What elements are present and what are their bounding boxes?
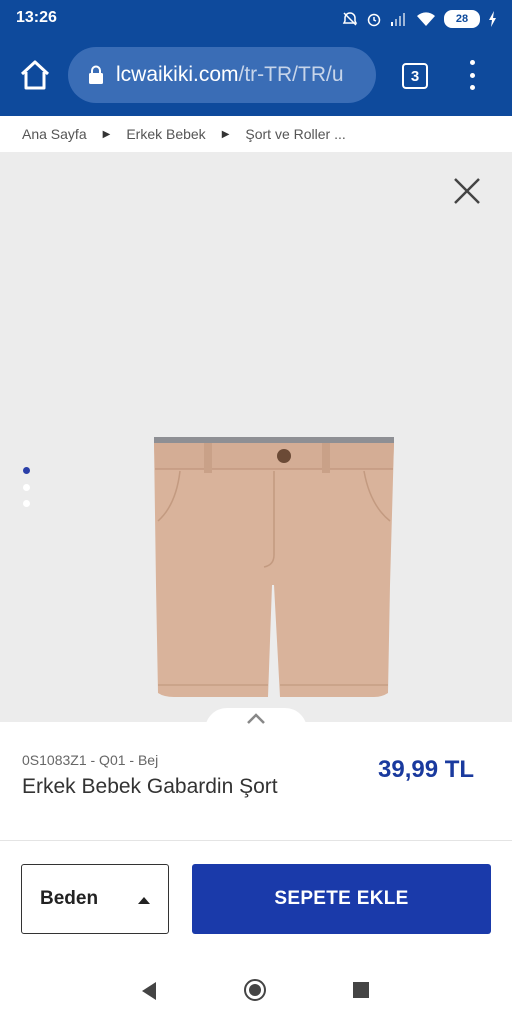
- carousel-indicators: [20, 467, 34, 517]
- chevron-up-icon: [247, 713, 265, 724]
- battery-icon: 28: [444, 10, 480, 28]
- wifi-icon: [417, 12, 435, 26]
- caret-up-icon: [138, 897, 150, 904]
- browser-toolbar: lcwaikiki.com/tr-TR/TR/u 3: [0, 38, 512, 116]
- product-image: [154, 437, 394, 697]
- close-icon[interactable]: [450, 174, 484, 208]
- breadcrumb: Ana Sayfa ▶ Erkek Bebek ▶ Şort ve Roller…: [0, 116, 512, 152]
- size-select[interactable]: Beden: [21, 864, 169, 934]
- product-price: 39,99 TL: [378, 756, 475, 783]
- back-icon[interactable]: [140, 981, 158, 1001]
- system-navigation-bar: [0, 954, 512, 1024]
- carousel-dot[interactable]: [23, 467, 30, 474]
- charging-icon: [489, 11, 496, 27]
- status-icons: 28: [342, 8, 498, 30]
- add-to-cart-button[interactable]: SEPETE EKLE: [192, 864, 491, 934]
- url-host: lcwaikiki.com: [116, 63, 239, 86]
- url-path: /tr-TR/TR/u: [238, 63, 344, 86]
- recent-apps-icon[interactable]: [353, 982, 369, 998]
- status-bar: 13:26 28: [0, 0, 512, 38]
- chevron-right-icon: ▶: [102, 128, 111, 140]
- home-nav-icon[interactable]: [244, 979, 266, 1001]
- signal-icon: [391, 13, 405, 26]
- lock-icon: [89, 65, 103, 84]
- chevron-right-icon: ▶: [221, 128, 230, 140]
- breadcrumb-item-home[interactable]: Ana Sayfa: [22, 126, 87, 142]
- product-sku: 0S1083Z1 - Q01 - Bej: [22, 752, 159, 768]
- carousel-dot[interactable]: [23, 484, 30, 491]
- status-time: 13:26: [16, 9, 57, 26]
- url-text: lcwaikiki.com/tr-TR/TR/u: [116, 63, 362, 87]
- more-options-icon[interactable]: [462, 60, 482, 90]
- alarm-clock-icon: [367, 13, 381, 27]
- breadcrumb-item-category[interactable]: Erkek Bebek: [126, 126, 205, 142]
- size-select-label: Beden: [40, 888, 99, 909]
- expand-details-button[interactable]: [205, 708, 307, 730]
- product-title: Erkek Bebek Gabardin Şort: [22, 775, 278, 798]
- address-bar[interactable]: lcwaikiki.com/tr-TR/TR/u: [68, 47, 376, 103]
- breadcrumb-item-subcategory[interactable]: Şort ve Roller ...: [245, 126, 345, 142]
- product-image-gallery[interactable]: [0, 152, 512, 730]
- carousel-dot[interactable]: [23, 500, 30, 507]
- alarm-off-icon: [342, 12, 358, 26]
- tab-switcher-button[interactable]: 3: [402, 63, 428, 89]
- home-icon[interactable]: [18, 58, 52, 92]
- purchase-bar: Beden SEPETE EKLE: [0, 840, 512, 955]
